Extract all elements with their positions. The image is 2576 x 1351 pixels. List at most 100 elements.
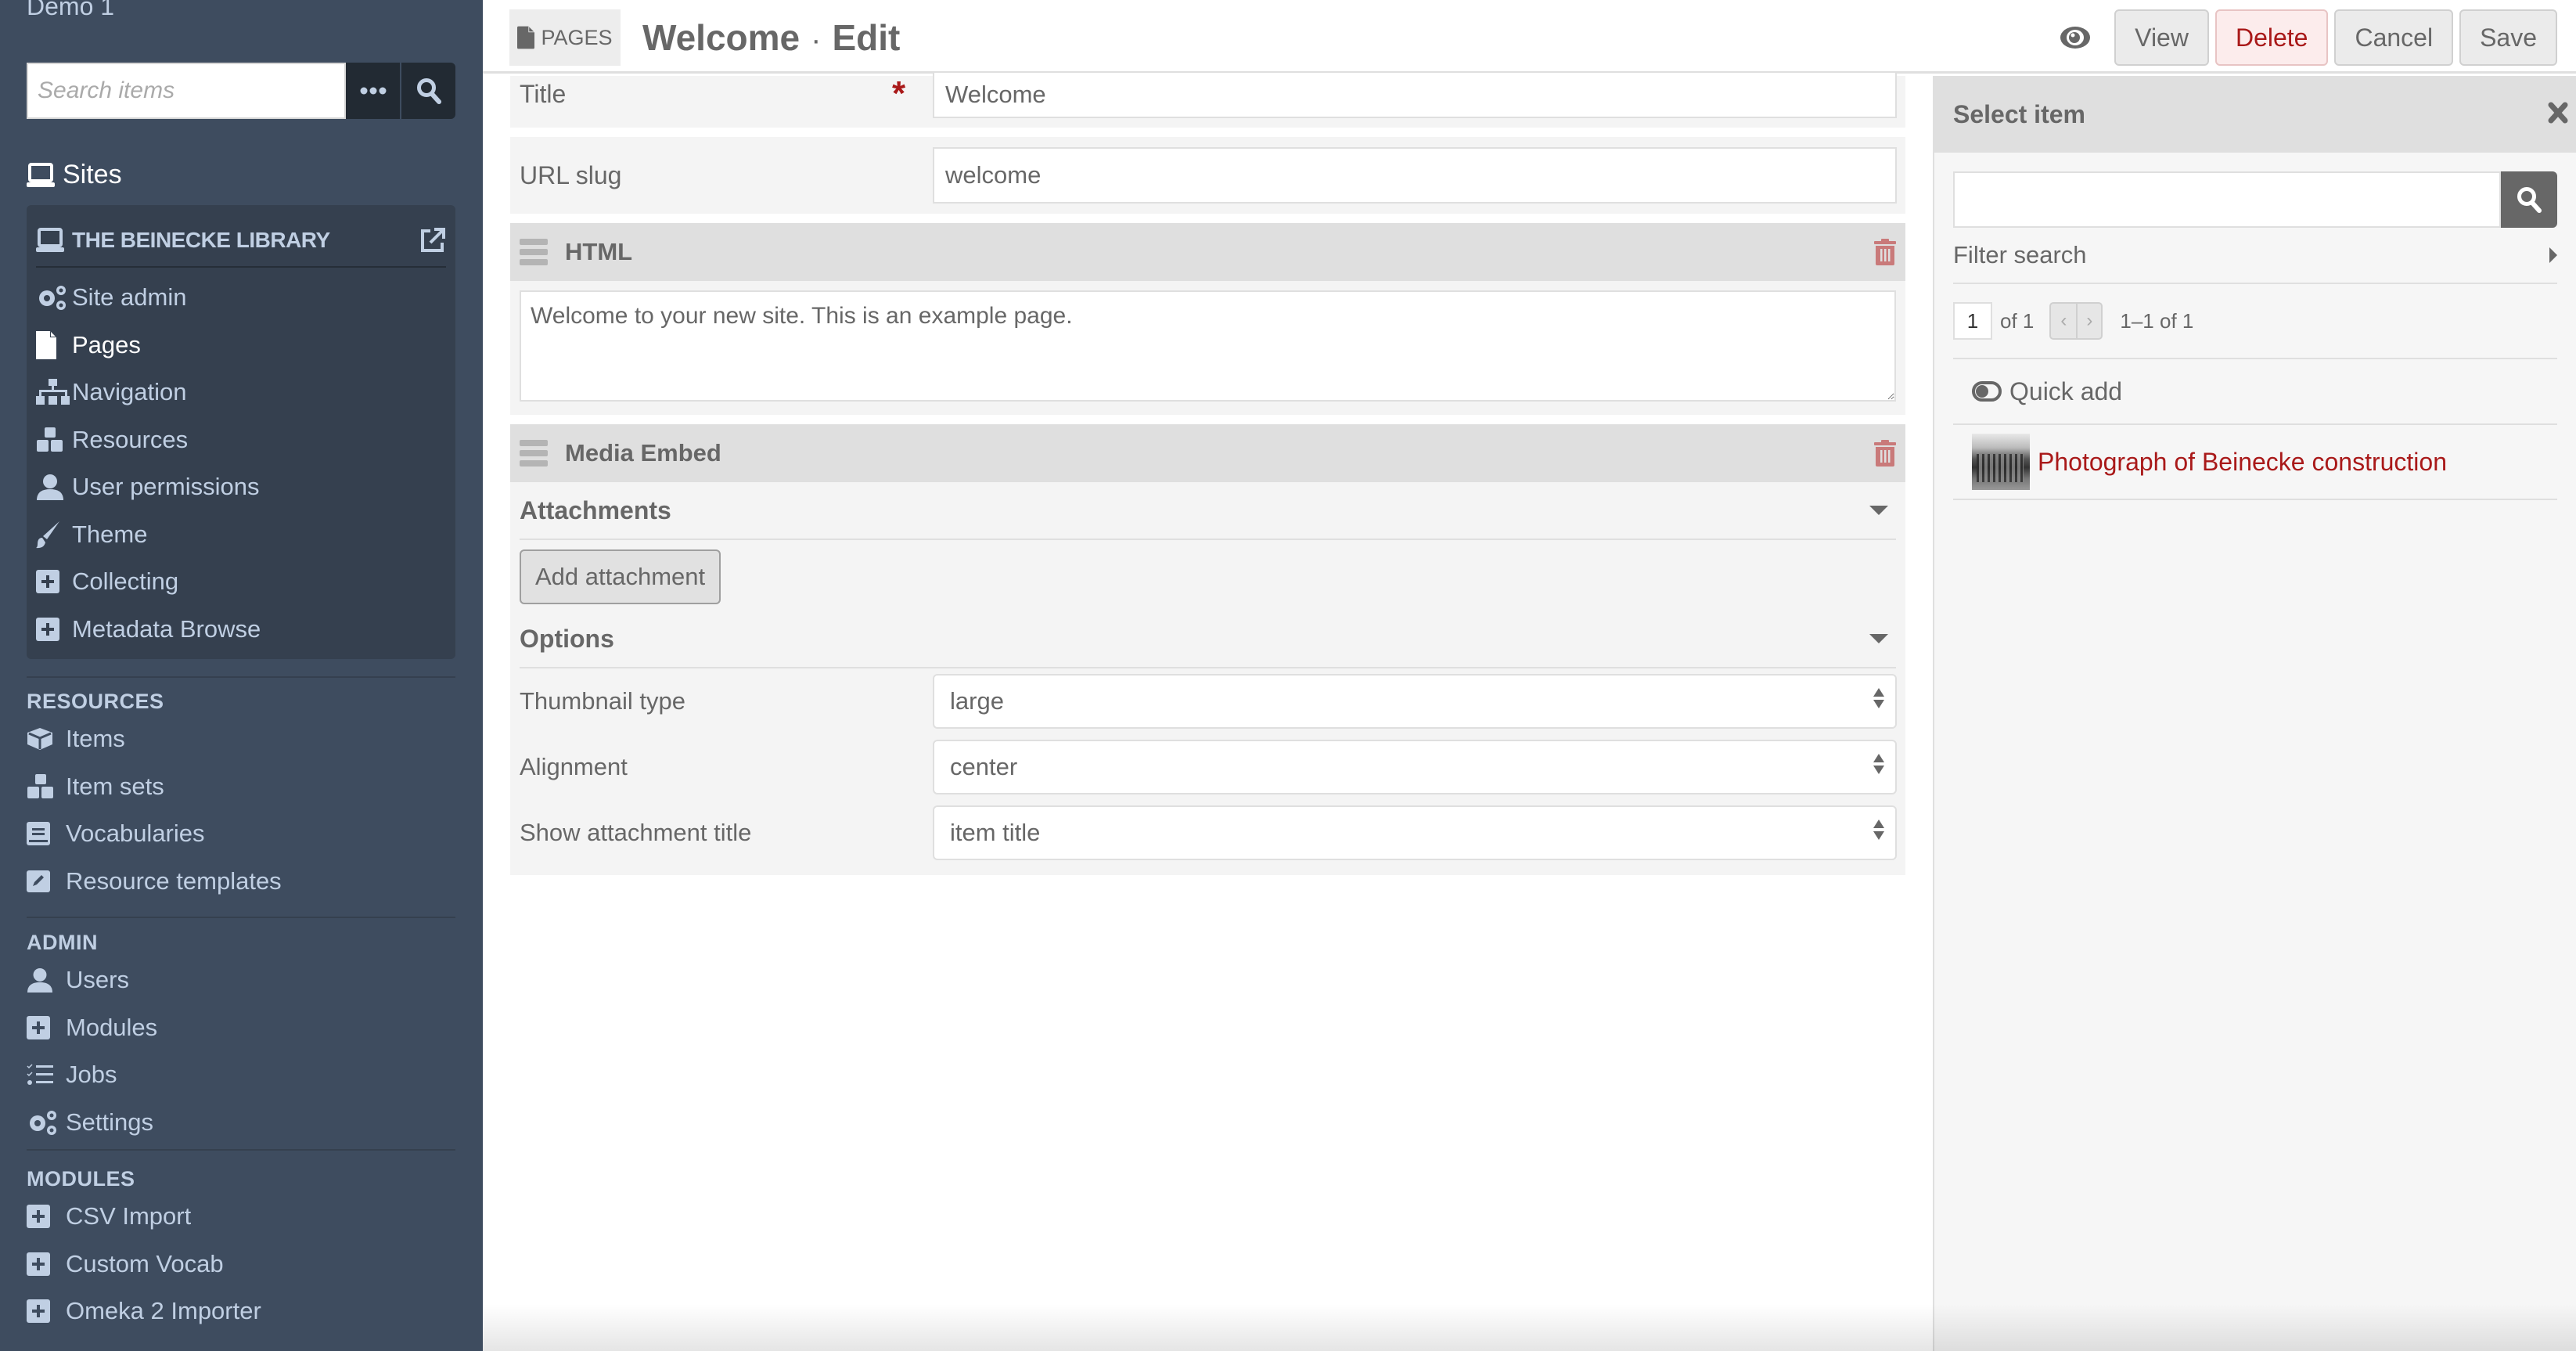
plus-square-icon — [36, 570, 70, 594]
options-toggle[interactable]: Options — [520, 611, 1896, 668]
title-field-row: Title * — [510, 71, 1905, 128]
sidebar-item-csv-import[interactable]: CSV Import — [27, 1193, 455, 1241]
close-drawer-button[interactable] — [2548, 102, 2568, 128]
sidebar-item-label: User permissions — [72, 473, 260, 501]
html-block-body — [510, 281, 1905, 415]
option-label: Alignment — [520, 753, 628, 780]
search-items-input[interactable] — [27, 63, 346, 119]
page-edit-form: Title * URL slug HTML Media Embed — [510, 71, 1905, 875]
visibility-toggle[interactable] — [2052, 26, 2099, 49]
sidebar-item-label: Site admin — [72, 283, 187, 312]
sidebar-item-item-sets[interactable]: Item sets — [27, 763, 455, 811]
quick-add-toggle[interactable]: Quick add — [1953, 359, 2557, 425]
advanced-search-button[interactable] — [346, 63, 401, 119]
eye-icon — [2060, 27, 2091, 49]
attachments-toggle[interactable]: Attachments — [520, 482, 1896, 540]
sidebar-sites-link[interactable]: Sites — [27, 160, 122, 190]
sidebar-item-items[interactable]: Items — [27, 715, 455, 763]
quick-add-label: Quick add — [2009, 376, 2123, 405]
select-arrows-icon — [1873, 754, 1884, 774]
page-number-input[interactable] — [1953, 302, 1992, 340]
save-button[interactable]: Save — [2459, 9, 2557, 66]
installation-title[interactable]: Demo 1 — [27, 0, 114, 21]
item-result[interactable]: Photograph of Beinecke construction — [1953, 425, 2557, 500]
cubes-icon — [36, 427, 70, 453]
cogs-icon — [27, 1109, 64, 1136]
sidebar-item-label: Omeka 2 Importer — [66, 1297, 261, 1325]
drawer-body: Filter search of 1 ‹ › 1–1 of 1 Quick ad… — [1934, 171, 2576, 500]
drag-handle-icon[interactable] — [520, 239, 548, 265]
delete-button[interactable]: Delete — [2214, 9, 2329, 66]
sidebar-item-omeka-2-importer[interactable]: Omeka 2 Importer — [27, 1288, 455, 1335]
sidebar-item-resources[interactable]: Resources — [36, 416, 261, 464]
sidebar-divider — [27, 1149, 455, 1151]
next-page-button[interactable]: › — [2076, 304, 2101, 338]
paint-brush-icon — [36, 521, 70, 549]
sidebar-item-users[interactable]: Users — [27, 957, 455, 1004]
sidebar-item-collecting[interactable]: Collecting — [36, 558, 261, 606]
delete-block-button[interactable] — [1874, 239, 1896, 269]
select-arrows-icon — [1873, 820, 1884, 840]
drag-handle-icon[interactable] — [520, 440, 548, 467]
sidebar-item-theme[interactable]: Theme — [36, 511, 261, 559]
html-block: HTML — [510, 223, 1905, 415]
sidebar-item-label: Pages — [72, 330, 141, 358]
file-icon — [36, 330, 70, 359]
sidebar-item-label: Collecting — [72, 567, 179, 596]
sidebar-item-custom-vocab[interactable]: Custom Vocab — [27, 1241, 455, 1288]
sidebar-item-metadata-browse[interactable]: Metadata Browse — [36, 606, 261, 654]
sidebar-item-settings[interactable]: Settings — [27, 1099, 455, 1147]
sidebar-item-label: Navigation — [72, 378, 187, 406]
plus-square-icon — [27, 1205, 64, 1229]
sitemap-icon — [36, 379, 70, 405]
page-actions: View Delete Cancel Save — [2052, 9, 2557, 66]
resources-section: RESOURCES Items Item sets Vocabularies R… — [27, 687, 455, 905]
sidebar-item-jobs[interactable]: Jobs — [27, 1051, 455, 1099]
sidebar-item-pages[interactable]: Pages — [36, 322, 261, 369]
breadcrumb-pages[interactable]: PAGES — [509, 9, 621, 66]
title-input[interactable] — [933, 71, 1897, 118]
user-icon — [36, 474, 70, 501]
item-result-title[interactable]: Photograph of Beinecke construction — [2038, 448, 2447, 477]
slug-label: URL slug — [520, 160, 622, 189]
admin-sidebar: Demo 1 Sites THE BEINECKE LIBRARY Site a… — [0, 0, 483, 1351]
sidebar-item-vocabularies[interactable]: Vocabularies — [27, 810, 455, 858]
external-link-icon[interactable] — [419, 227, 446, 254]
html-block-header: HTML — [510, 223, 1905, 281]
alignment-select[interactable]: center — [933, 740, 1897, 794]
media-embed-block-header: Media Embed — [510, 424, 1905, 482]
item-thumbnail — [1972, 434, 2030, 490]
previous-page-button[interactable]: ‹ — [2051, 304, 2076, 338]
site-name[interactable]: THE BEINECKE LIBRARY — [72, 228, 419, 253]
sidebar-item-navigation[interactable]: Navigation — [36, 369, 261, 416]
breadcrumb-label: PAGES — [541, 25, 613, 49]
select-arrows-icon — [1873, 688, 1884, 708]
show-attachment-title-select[interactable]: item title — [933, 805, 1897, 860]
sidebar-item-modules[interactable]: Modules — [27, 1004, 455, 1052]
page-title: Welcome · Edit — [642, 9, 900, 66]
thumbnail-type-select[interactable]: large — [933, 674, 1897, 729]
edit-icon — [27, 870, 64, 892]
block-title: HTML — [565, 238, 633, 265]
drawer-search-button[interactable] — [2501, 171, 2557, 228]
filter-search-toggle[interactable]: Filter search — [1953, 228, 2557, 284]
title-separator: · — [811, 23, 822, 57]
slug-input[interactable] — [933, 147, 1897, 204]
sidebar-divider — [27, 676, 455, 678]
sidebar-item-site-admin[interactable]: Site admin — [36, 274, 261, 322]
sidebar-item-user-permissions[interactable]: User permissions — [36, 463, 261, 511]
view-button[interactable]: View — [2114, 9, 2209, 66]
html-content-textarea[interactable] — [520, 290, 1896, 402]
sidebar-item-resource-templates[interactable]: Resource templates — [27, 858, 455, 906]
drawer-header: Select item — [1934, 76, 2576, 153]
search-submit-button[interactable] — [401, 63, 455, 119]
site-nav: Site admin Pages Navigation Resources Us… — [36, 274, 261, 653]
drawer-search-input[interactable] — [1953, 171, 2501, 228]
add-attachment-button[interactable]: Add attachment — [520, 549, 721, 604]
option-row-thumbnail-type: Thumbnail type large — [520, 668, 1897, 734]
sidebar-search — [27, 63, 455, 119]
cancel-button[interactable]: Cancel — [2334, 9, 2454, 66]
delete-block-button[interactable] — [1874, 440, 1896, 470]
select-value: item title — [950, 819, 1041, 846]
plus-square-icon — [27, 1252, 64, 1276]
